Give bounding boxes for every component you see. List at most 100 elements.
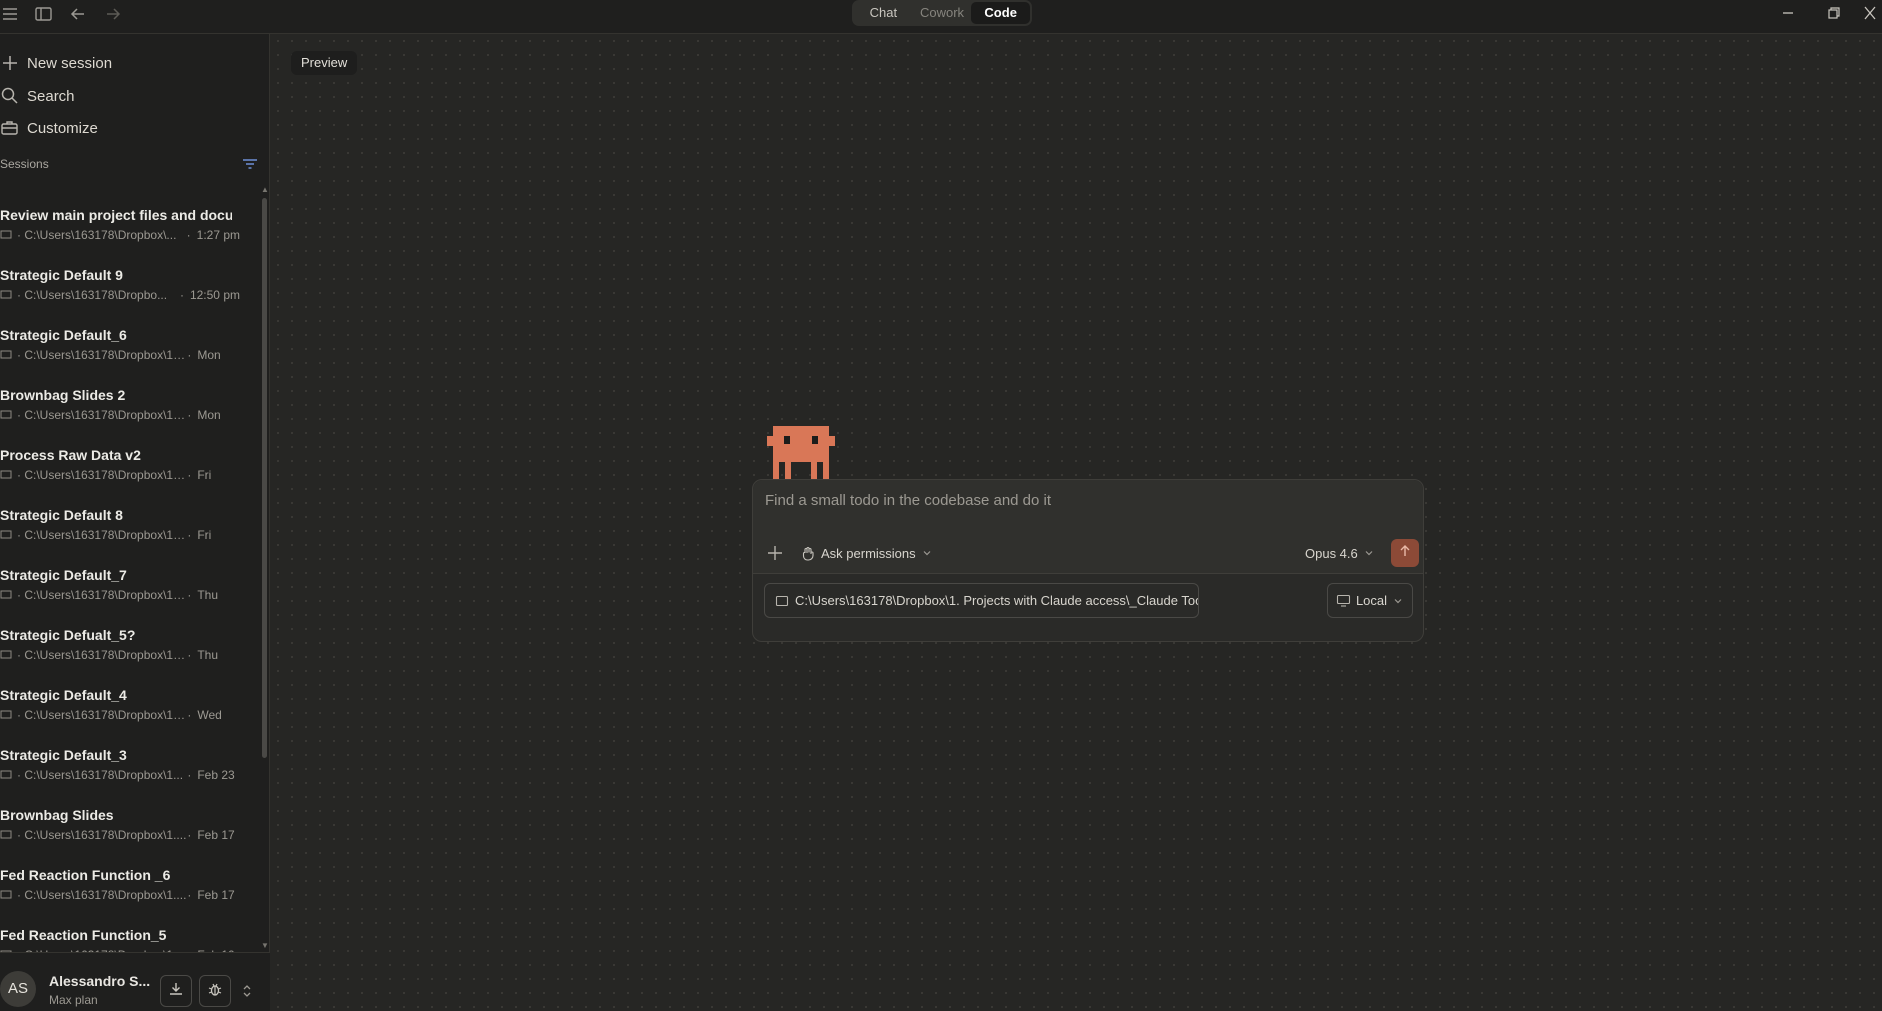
- environment-dropdown[interactable]: Local: [1327, 583, 1413, 618]
- download-icon: [167, 980, 185, 1003]
- download-button[interactable]: [160, 975, 192, 1007]
- customize-button[interactable]: Customize: [0, 116, 98, 140]
- app-window: Chat Cowork Code New session Search Cust…: [0, 0, 1882, 1011]
- session-item[interactable]: Strategic Default 8 · C:\Users\163178\Dr…: [0, 507, 240, 551]
- session-path: C:\Users\163178\Dropbo...: [24, 288, 168, 302]
- prompt-input[interactable]: Find a small todo in the codebase and do…: [753, 480, 1423, 574]
- session-time: Mon: [197, 408, 221, 422]
- plus-icon: [0, 53, 20, 73]
- session-meta: · C:\Users\163178\Dropbox\1. ... · Mon: [0, 348, 240, 362]
- sidebar-toggle-icon[interactable]: [32, 3, 54, 25]
- sessions-heading: Sessions: [0, 157, 49, 171]
- bug-report-button[interactable]: [199, 975, 231, 1007]
- session-title: Review main project files and docu: [0, 207, 232, 223]
- monitor-icon: [0, 649, 14, 661]
- preview-label[interactable]: Preview: [291, 51, 358, 75]
- session-item[interactable]: Review main project files and docu · C:\…: [0, 207, 240, 251]
- session-time: Feb 17: [197, 888, 235, 902]
- session-item[interactable]: Strategic Default_3 · C:\Users\163178\Dr…: [0, 747, 240, 791]
- tab-code[interactable]: Code: [971, 2, 1031, 24]
- composer: Find a small todo in the codebase and do…: [752, 479, 1424, 642]
- filter-icon[interactable]: [240, 154, 260, 174]
- session-path: C:\Users\163178\Dropbox\1. ...: [24, 348, 188, 362]
- session-title: Fed Reaction Function _6: [0, 867, 171, 883]
- send-button[interactable]: [1391, 539, 1419, 567]
- session-time: Fri: [197, 468, 212, 482]
- session-time: Thu: [197, 648, 219, 662]
- session-title: Strategic Default 8: [0, 507, 123, 523]
- sidebar: New session Search Customize Sessions Re…: [0, 34, 270, 1011]
- session-meta: · C:\Users\163178\Dropbox\1. P... · Thu: [0, 648, 240, 662]
- monitor-icon: [0, 289, 14, 301]
- sidebar-scrollbar[interactable]: [262, 198, 267, 758]
- session-path: C:\Users\163178\Dropbox\1. Pr...: [24, 528, 188, 542]
- environment-label: Local: [1355, 593, 1388, 608]
- session-path: C:\Users\163178\Dropbox\1. Pr...: [24, 468, 188, 482]
- session-path: C:\Users\163178\Dropbox\1. ...: [24, 708, 188, 722]
- menu-icon[interactable]: [0, 3, 22, 25]
- chevron-down-icon: [921, 547, 933, 559]
- scroll-up-arrow[interactable]: ▲: [261, 186, 269, 194]
- user-name[interactable]: Alessandro S...: [49, 973, 150, 989]
- session-path: C:\Users\163178\Dropbox\1....: [24, 828, 187, 842]
- session-item[interactable]: Fed Reaction Function _6 · C:\Users\1631…: [0, 867, 240, 911]
- session-title: Strategic Default_4: [0, 687, 127, 703]
- mode-switcher: Chat Cowork Code: [852, 0, 1032, 26]
- monitor-icon: [1336, 594, 1351, 607]
- session-title: Brownbag Slides: [0, 807, 114, 823]
- session-title: Strategic Default_7: [0, 567, 127, 583]
- session-time: Mon: [197, 348, 221, 362]
- new-session-button[interactable]: New session: [0, 51, 112, 75]
- tab-chat[interactable]: Chat: [854, 2, 913, 24]
- monitor-icon: [0, 589, 14, 601]
- monitor-icon: [0, 529, 14, 541]
- session-title: Strategic Default 9: [0, 267, 123, 283]
- search-button[interactable]: Search: [0, 84, 75, 108]
- session-path: C:\Users\163178\Dropbox\1. P...: [24, 648, 188, 662]
- working-folder-selector[interactable]: C:\Users\163178\Dropbox\1. Projects with…: [764, 583, 1199, 618]
- model-label: Opus 4.6: [1305, 545, 1358, 561]
- permissions-dropdown[interactable]: Ask permissions: [800, 543, 933, 563]
- session-meta: · C:\Users\163178\Dropbox\1. Pr... · Fri: [0, 528, 240, 542]
- session-meta: · C:\Users\163178\Dropbox\1. Pr... · Fri: [0, 468, 240, 482]
- session-item[interactable]: Strategic Default_6 · C:\Users\163178\Dr…: [0, 327, 240, 371]
- monitor-icon: [0, 709, 14, 721]
- session-item[interactable]: Strategic Default_7 · C:\Users\163178\Dr…: [0, 567, 240, 611]
- session-item[interactable]: Strategic Default 9 · C:\Users\163178\Dr…: [0, 267, 240, 311]
- monitor-icon: [0, 349, 14, 361]
- monitor-icon: [0, 409, 14, 421]
- session-title: Strategic Default_3: [0, 747, 127, 763]
- session-title: Strategic Default_6: [0, 327, 127, 343]
- minimize-icon[interactable]: [1776, 2, 1800, 24]
- customize-label: Customize: [27, 119, 98, 137]
- tab-cowork[interactable]: Cowork: [913, 2, 972, 24]
- session-item[interactable]: Strategic Default_4 · C:\Users\163178\Dr…: [0, 687, 240, 731]
- session-path: C:\Users\163178\Dropbox\1....: [24, 888, 187, 902]
- folder-path: C:\Users\163178\Dropbox\1. Projects with…: [795, 593, 1199, 608]
- restore-icon[interactable]: [1821, 2, 1845, 24]
- chevron-down-icon: [1363, 547, 1375, 559]
- add-attachment-icon[interactable]: [765, 543, 785, 563]
- user-plan: Max plan: [49, 993, 98, 1007]
- session-meta: · C:\Users\163178\Dropbox\1. ... · Wed: [0, 708, 240, 722]
- session-meta: · C:\Users\163178\Dropbox\... · 1:27 pm: [0, 228, 240, 242]
- session-item[interactable]: Process Raw Data v2 · C:\Users\163178\Dr…: [0, 447, 240, 491]
- session-title: Process Raw Data v2: [0, 447, 141, 463]
- session-item[interactable]: Brownbag Slides · C:\Users\163178\Dropbo…: [0, 807, 240, 851]
- avatar[interactable]: AS: [0, 971, 36, 1007]
- scroll-down-arrow[interactable]: ▼: [261, 942, 269, 950]
- session-title: Brownbag Slides 2: [0, 387, 126, 403]
- session-meta: · C:\Users\163178\Dropbox\1. P... · Thu: [0, 588, 240, 602]
- close-icon[interactable]: [1858, 2, 1882, 24]
- model-dropdown[interactable]: Opus 4.6: [1305, 543, 1375, 563]
- session-item[interactable]: Strategic Defualt_5? · C:\Users\163178\D…: [0, 627, 240, 671]
- forward-arrow-icon[interactable]: [102, 3, 124, 25]
- session-time: 1:27 pm: [196, 228, 240, 242]
- monitor-icon: [0, 889, 14, 901]
- session-item[interactable]: Brownbag Slides 2 · C:\Users\163178\Drop…: [0, 387, 240, 431]
- search-icon: [0, 86, 20, 106]
- session-meta: · C:\Users\163178\Dropbox\1. ... · Mon: [0, 408, 240, 422]
- chevron-updown-icon[interactable]: [240, 981, 254, 1001]
- back-arrow-icon[interactable]: [67, 3, 89, 25]
- search-label: Search: [27, 87, 75, 105]
